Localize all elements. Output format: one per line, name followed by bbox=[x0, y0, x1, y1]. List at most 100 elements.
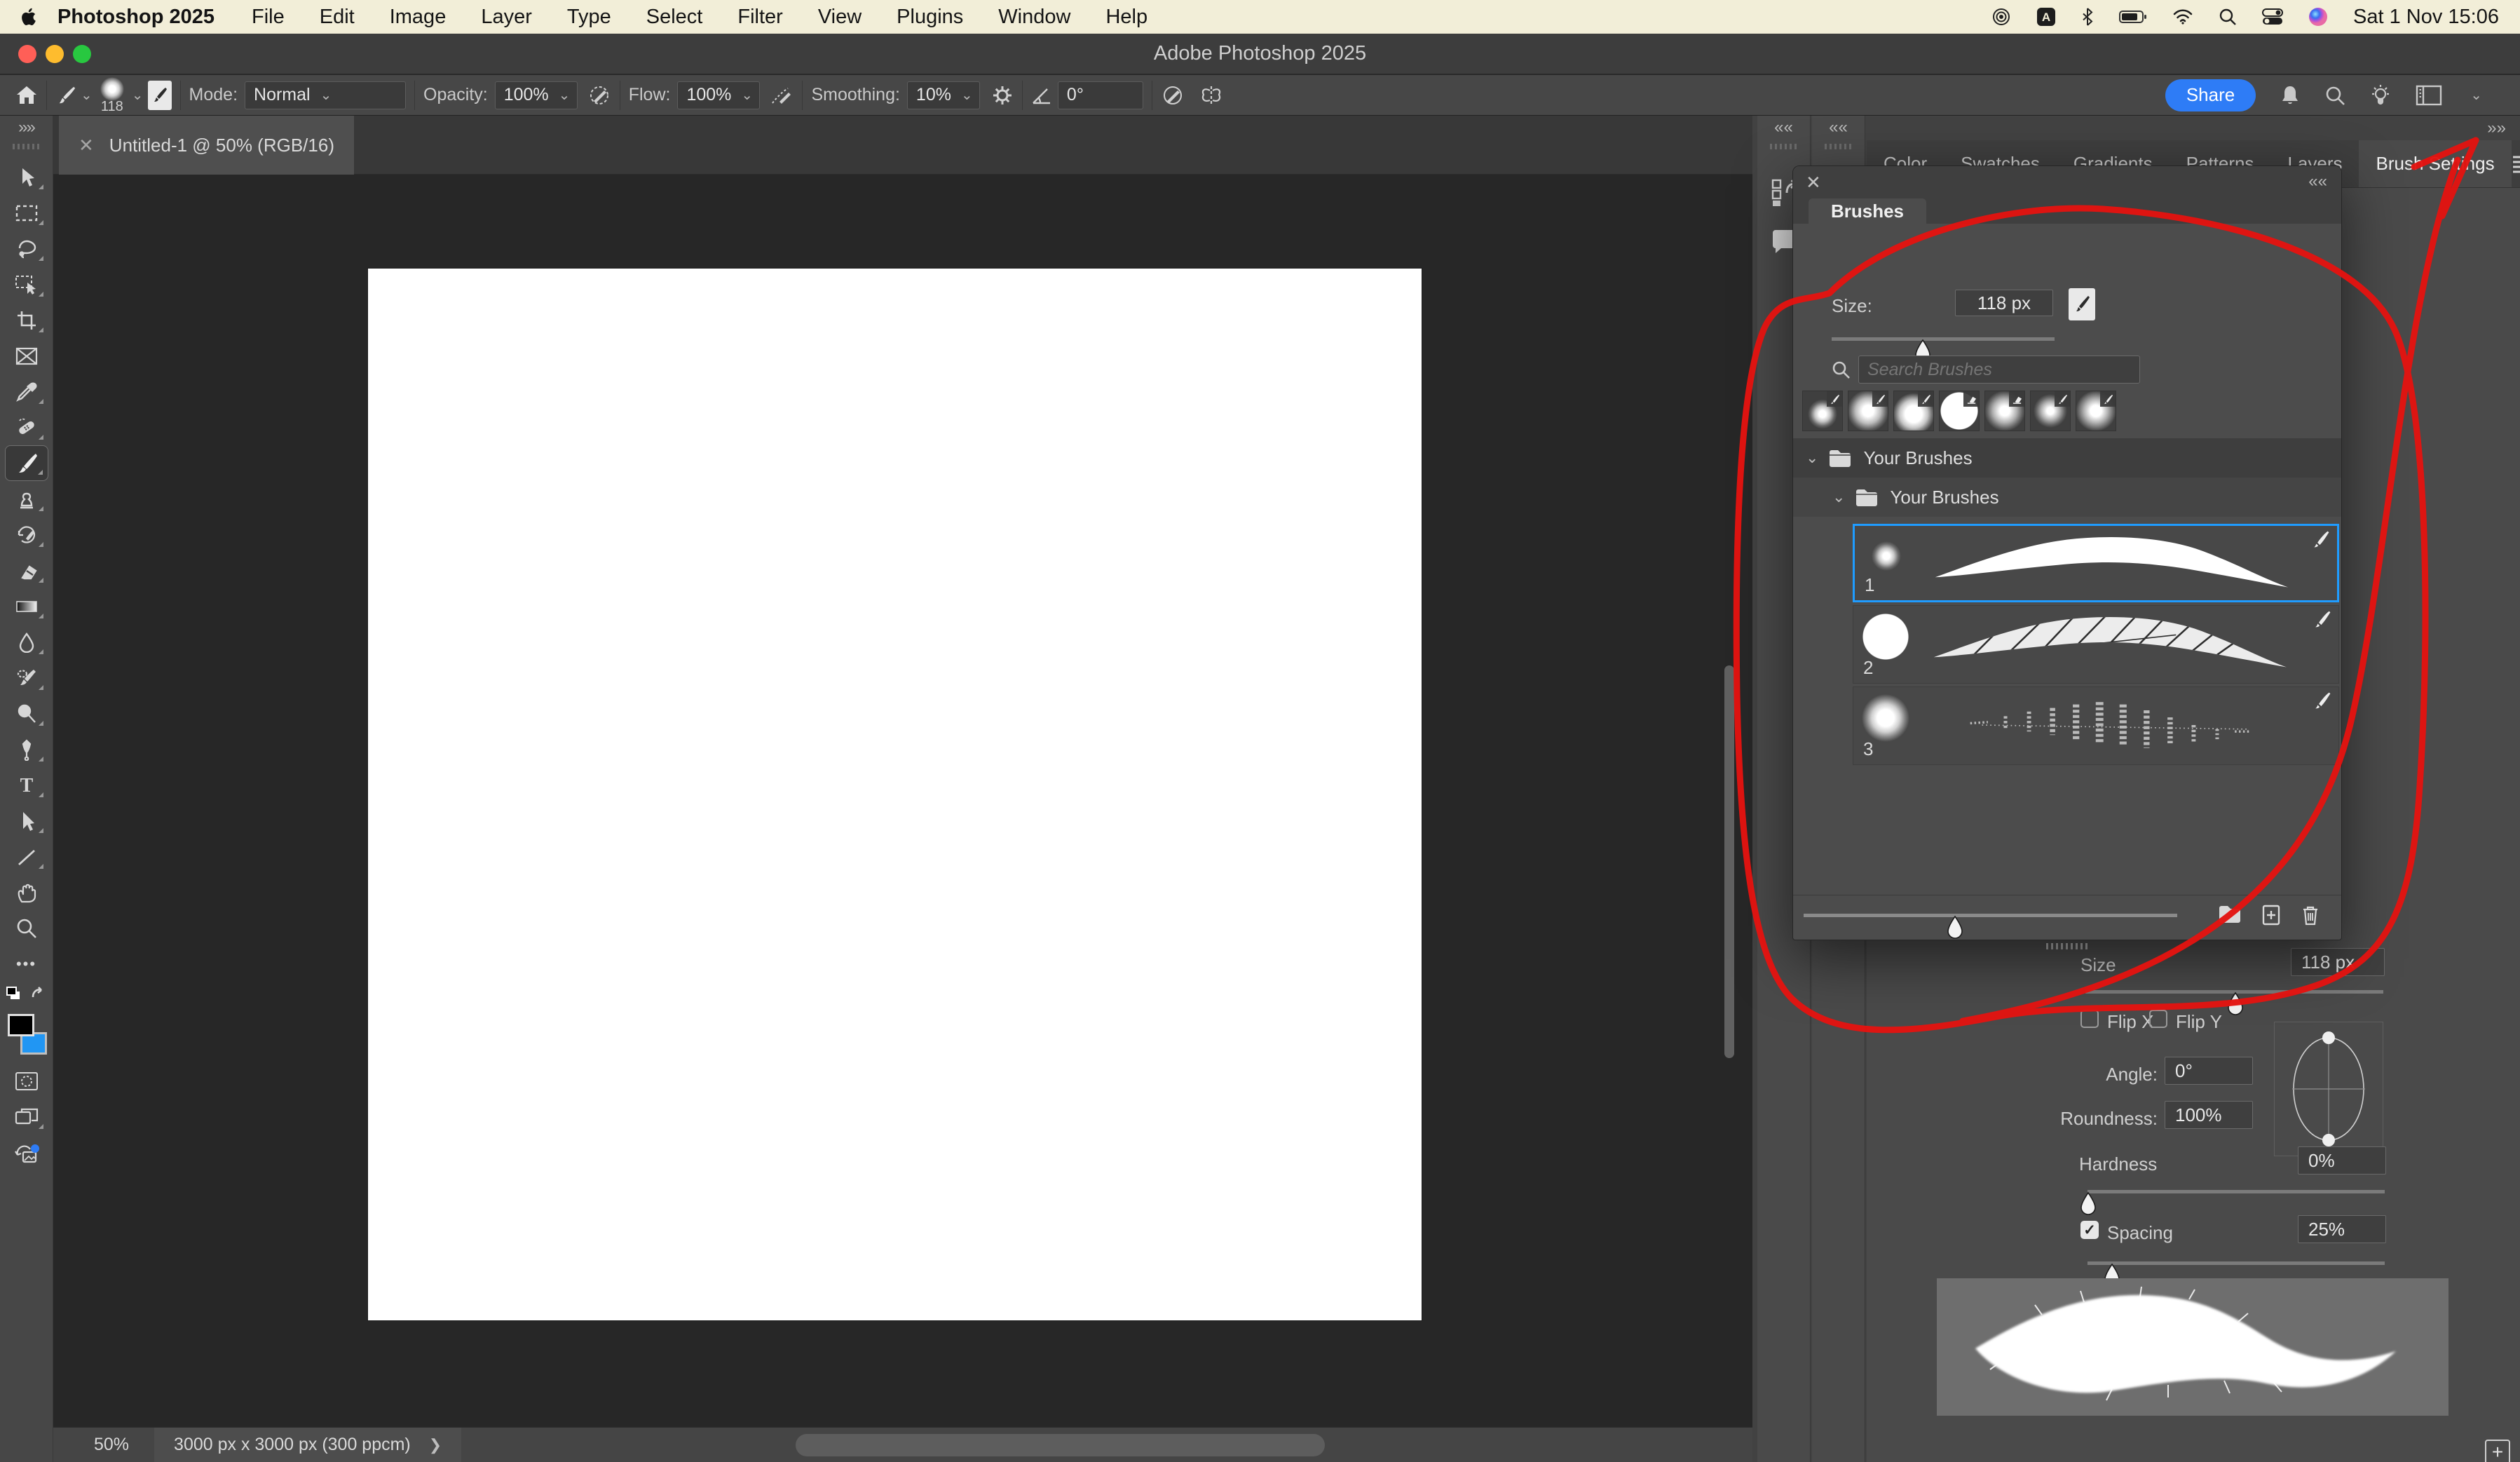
spotlight-icon[interactable] bbox=[2219, 8, 2237, 26]
horizontal-scrollbar[interactable] bbox=[796, 1434, 1325, 1456]
menu-window[interactable]: Window bbox=[981, 6, 1088, 29]
type-tool[interactable]: T bbox=[5, 767, 48, 803]
new-brush-icon[interactable] bbox=[2261, 904, 2281, 930]
control-center-icon[interactable] bbox=[2262, 8, 2283, 26]
history-brush-tool[interactable] bbox=[5, 517, 48, 553]
collapse-tools-icon[interactable]: »» bbox=[18, 116, 34, 140]
document-tab[interactable]: ✕ Untitled-1 @ 50% (RGB/16) bbox=[59, 116, 354, 175]
zoom-level[interactable]: 50% bbox=[53, 1435, 154, 1455]
menu-edit[interactable]: Edit bbox=[302, 6, 372, 29]
strip-grip[interactable] bbox=[1825, 144, 1853, 149]
notifications-bell-icon[interactable] bbox=[2280, 84, 2301, 107]
pen-tool[interactable] bbox=[5, 731, 48, 767]
siri-icon[interactable] bbox=[2308, 7, 2328, 27]
quick-mask-toggle[interactable] bbox=[5, 1063, 48, 1099]
menu-clock[interactable]: Sat 1 Nov 15:06 bbox=[2353, 6, 2499, 29]
menu-file[interactable]: File bbox=[234, 6, 302, 29]
default-swap-colors[interactable] bbox=[5, 982, 48, 1010]
object-selection-tool[interactable] bbox=[5, 266, 48, 302]
vertical-scrollbar[interactable] bbox=[1724, 665, 1734, 1058]
pressure-opacity-icon[interactable] bbox=[587, 83, 611, 107]
thumbnail-size-slider[interactable] bbox=[1804, 914, 2177, 917]
flow-select[interactable]: 100% ⌄ bbox=[677, 81, 760, 109]
folder-your-brushes[interactable]: ⌄ Your Brushes bbox=[1793, 438, 2341, 478]
apple-icon[interactable] bbox=[21, 7, 38, 27]
bs-flip-x-checkbox[interactable] bbox=[2080, 1010, 2099, 1028]
home-icon[interactable] bbox=[15, 84, 38, 107]
folder-your-brushes-nested[interactable]: ⌄ Your Brushes bbox=[1793, 478, 2341, 517]
input-source-icon[interactable]: A bbox=[2036, 7, 2056, 27]
gear-icon[interactable] bbox=[991, 84, 1014, 107]
brushes-panel-header[interactable]: ✕ «« bbox=[1793, 166, 2341, 198]
brush-tool-preset-icon[interactable] bbox=[55, 85, 76, 106]
thumbnail-size-slider-handle[interactable] bbox=[1946, 916, 1964, 940]
panel-menu-icon[interactable] bbox=[2512, 140, 2520, 187]
menu-view[interactable]: View bbox=[801, 6, 879, 29]
brush-item-1[interactable]: 1 bbox=[1853, 524, 2339, 602]
wifi-icon[interactable] bbox=[2172, 8, 2193, 25]
recent-brush[interactable] bbox=[2030, 391, 2071, 431]
bs-spacing-checkbox[interactable]: ✓ bbox=[2080, 1221, 2099, 1239]
bs-hardness-slider[interactable] bbox=[2087, 1190, 2385, 1193]
search-brushes-input[interactable] bbox=[1858, 356, 2140, 384]
caret-down-icon[interactable]: ⌄ bbox=[2470, 86, 2482, 104]
bs-angle-roundness-control[interactable] bbox=[2274, 1022, 2383, 1156]
more-tools[interactable]: ••• bbox=[5, 946, 48, 982]
opacity-select[interactable]: 100% ⌄ bbox=[495, 81, 578, 109]
menu-plugins[interactable]: Plugins bbox=[879, 6, 981, 29]
caret-down-icon[interactable]: ⌄ bbox=[132, 86, 144, 104]
airplay-icon[interactable] bbox=[1991, 7, 2011, 27]
dodge-tool[interactable] bbox=[5, 696, 48, 731]
bs-roundness-field[interactable]: 100% bbox=[2165, 1101, 2253, 1129]
marquee-tool[interactable] bbox=[5, 195, 48, 231]
zoom-tool[interactable] bbox=[5, 910, 48, 946]
smoothing-select[interactable]: 10% ⌄ bbox=[907, 81, 980, 109]
lasso-tool[interactable] bbox=[5, 231, 48, 266]
generative-workspace-icon[interactable] bbox=[5, 1135, 48, 1170]
menu-app-name[interactable]: Photoshop 2025 bbox=[38, 6, 234, 29]
menu-filter[interactable]: Filter bbox=[720, 6, 800, 29]
expand-dock-icon[interactable]: »» bbox=[2487, 119, 2506, 138]
brushes-size-field[interactable]: 118 px bbox=[1955, 290, 2053, 316]
panel-resize-grip[interactable] bbox=[2046, 943, 2088, 949]
symmetry-icon[interactable] bbox=[1199, 83, 1224, 107]
screen-mode-toggle[interactable] bbox=[5, 1099, 48, 1135]
close-window-button[interactable] bbox=[18, 45, 36, 63]
brush-size-preview[interactable]: 118 bbox=[100, 77, 125, 114]
pressure-size-icon[interactable] bbox=[1161, 83, 1185, 107]
crop-tool[interactable] bbox=[5, 302, 48, 338]
brush-preview-toggle-icon[interactable] bbox=[2069, 288, 2095, 320]
discover-lightbulb-icon[interactable] bbox=[2369, 83, 2392, 107]
foreground-color-black[interactable] bbox=[8, 1014, 34, 1036]
recent-brush[interactable] bbox=[1893, 391, 1934, 431]
airbrush-icon[interactable] bbox=[770, 83, 794, 107]
bs-spacing-slider[interactable] bbox=[2087, 1261, 2385, 1265]
recent-brush[interactable] bbox=[1848, 391, 1888, 431]
menu-type[interactable]: Type bbox=[550, 6, 629, 29]
close-panel-icon[interactable]: ✕ bbox=[1806, 172, 1821, 194]
toggle-brush-settings-icon[interactable] bbox=[148, 81, 172, 110]
new-brush-button[interactable]: + bbox=[2485, 1440, 2510, 1462]
menu-help[interactable]: Help bbox=[1088, 6, 1165, 29]
strip-grip[interactable] bbox=[1770, 144, 1798, 149]
collapse-panel-icon[interactable]: «« bbox=[2308, 172, 2327, 191]
caret-down-icon[interactable]: ⌄ bbox=[81, 86, 93, 104]
eyedropper-tool[interactable] bbox=[5, 374, 48, 410]
recent-brush[interactable] bbox=[1984, 391, 2025, 431]
hand-tool[interactable] bbox=[5, 874, 48, 910]
recent-brush[interactable] bbox=[2076, 391, 2116, 431]
zoom-window-button[interactable] bbox=[73, 45, 91, 63]
bs-flip-y-checkbox[interactable] bbox=[2149, 1010, 2167, 1028]
minimize-window-button[interactable] bbox=[46, 45, 64, 63]
foreground-background-colors[interactable] bbox=[5, 1013, 48, 1056]
bluetooth-icon[interactable] bbox=[2081, 7, 2094, 27]
menu-select[interactable]: Select bbox=[629, 6, 721, 29]
chevron-down-icon[interactable]: ⌄ bbox=[1806, 449, 1818, 467]
status-chevron-icon[interactable]: ❯ bbox=[429, 1436, 442, 1454]
battery-icon[interactable] bbox=[2119, 9, 2147, 25]
new-brush-group-icon[interactable] bbox=[2218, 904, 2242, 930]
healing-brush-tool[interactable] bbox=[5, 410, 48, 445]
bs-spacing-field[interactable]: 25% bbox=[2298, 1215, 2386, 1243]
recent-brush[interactable] bbox=[1802, 391, 1843, 431]
eraser-tool[interactable] bbox=[5, 553, 48, 588]
